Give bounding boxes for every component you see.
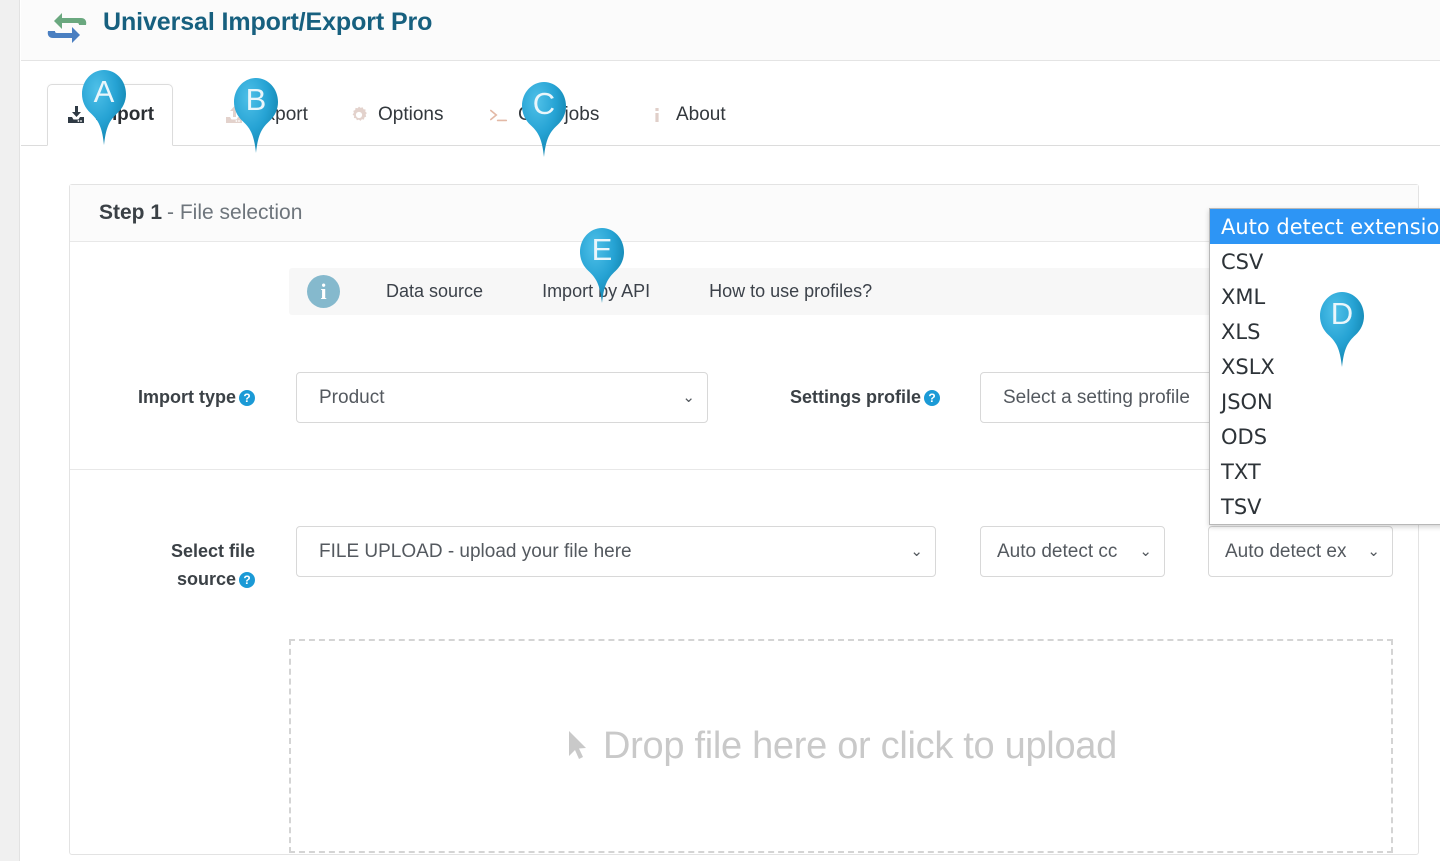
import-type-label-text: Import type xyxy=(138,387,236,407)
mouse-cursor-icon xyxy=(565,729,591,763)
tab-bar-underline xyxy=(21,145,1440,146)
file-source-help-icon[interactable]: ? xyxy=(239,572,255,588)
data-source-link[interactable]: Data source xyxy=(386,281,483,302)
import-type-value: Product xyxy=(319,387,676,409)
chevron-down-icon: ⌄ xyxy=(1367,544,1380,559)
dropdown-option[interactable]: XML xyxy=(1210,279,1440,314)
gear-icon xyxy=(349,105,369,125)
file-source-label-line1: Select file xyxy=(171,541,255,561)
settings-profile-help-icon[interactable]: ? xyxy=(924,390,940,406)
chevron-down-icon: ⌄ xyxy=(910,544,923,559)
tab-import[interactable]: Import xyxy=(47,84,173,146)
tab-cron-jobs[interactable]: Cron jobs xyxy=(471,84,617,146)
tab-label: About xyxy=(676,104,726,126)
tab-export[interactable]: Export xyxy=(206,84,326,146)
dropdown-option[interactable]: CSV xyxy=(1210,244,1440,279)
page-title: Universal Import/Export Pro xyxy=(103,8,432,37)
step-subtitle: - File selection xyxy=(167,201,302,225)
extension-dropdown-list[interactable]: Auto detect extension CSV XML XLS XSLX J… xyxy=(1209,208,1440,525)
dropzone-text: Drop file here or click to upload xyxy=(603,725,1117,768)
info-circle-icon: i xyxy=(307,275,340,308)
tab-label: Options xyxy=(378,104,443,126)
dropdown-option[interactable]: ODS xyxy=(1210,419,1440,454)
tab-options[interactable]: Options xyxy=(331,84,461,146)
tab-label: Cron jobs xyxy=(518,104,599,126)
app-header: Universal Import/Export Pro xyxy=(21,0,1440,61)
charset-select[interactable]: Auto detect cc ⌄ xyxy=(980,526,1165,577)
sync-arrows-icon xyxy=(43,6,91,50)
app-page: Universal Import/Export Pro Import xyxy=(0,0,1440,861)
dropdown-option[interactable]: Auto detect extension xyxy=(1210,209,1440,244)
settings-profile-label: Settings profile? xyxy=(660,383,940,411)
file-source-value: FILE UPLOAD - upload your file here xyxy=(319,541,904,563)
import-type-help-icon[interactable]: ? xyxy=(239,390,255,406)
dropdown-option[interactable]: JSON xyxy=(1210,384,1440,419)
dropdown-option[interactable]: XSLX xyxy=(1210,349,1440,384)
tab-label: Export xyxy=(253,104,308,126)
tab-label: Import xyxy=(95,104,154,126)
step-number: Step 1 xyxy=(99,201,162,225)
charset-value: Auto detect cc xyxy=(997,541,1133,563)
tab-about[interactable]: About xyxy=(629,84,744,146)
download-inbox-icon xyxy=(66,105,86,125)
dropdown-option[interactable]: TSV xyxy=(1210,489,1440,524)
import-type-select[interactable]: Product ⌄ xyxy=(296,372,708,423)
settings-profile-label-text: Settings profile xyxy=(790,387,921,407)
upload-outbox-icon xyxy=(224,105,244,125)
file-source-label-line2: source xyxy=(177,569,236,589)
chevron-down-icon: ⌄ xyxy=(1139,544,1152,559)
file-source-select[interactable]: FILE UPLOAD - upload your file here ⌄ xyxy=(296,526,936,577)
extension-value: Auto detect ex xyxy=(1225,541,1361,563)
terminal-prompt-icon xyxy=(489,105,509,125)
dropdown-option[interactable]: XLS xyxy=(1210,314,1440,349)
how-to-use-profiles-link[interactable]: How to use profiles? xyxy=(709,281,872,302)
left-gutter xyxy=(0,0,20,861)
dropdown-option[interactable]: TXT xyxy=(1210,454,1440,489)
tab-bar: Import Export Options xyxy=(21,61,1440,146)
import-type-label: Import type? xyxy=(0,383,255,411)
info-i-icon xyxy=(647,105,667,125)
extension-select[interactable]: Auto detect ex ⌄ xyxy=(1208,526,1393,577)
file-dropzone[interactable]: Drop file here or click to upload xyxy=(289,639,1393,853)
import-by-api-link[interactable]: Import by API xyxy=(542,281,650,302)
file-source-label: Select file source? xyxy=(0,537,255,593)
